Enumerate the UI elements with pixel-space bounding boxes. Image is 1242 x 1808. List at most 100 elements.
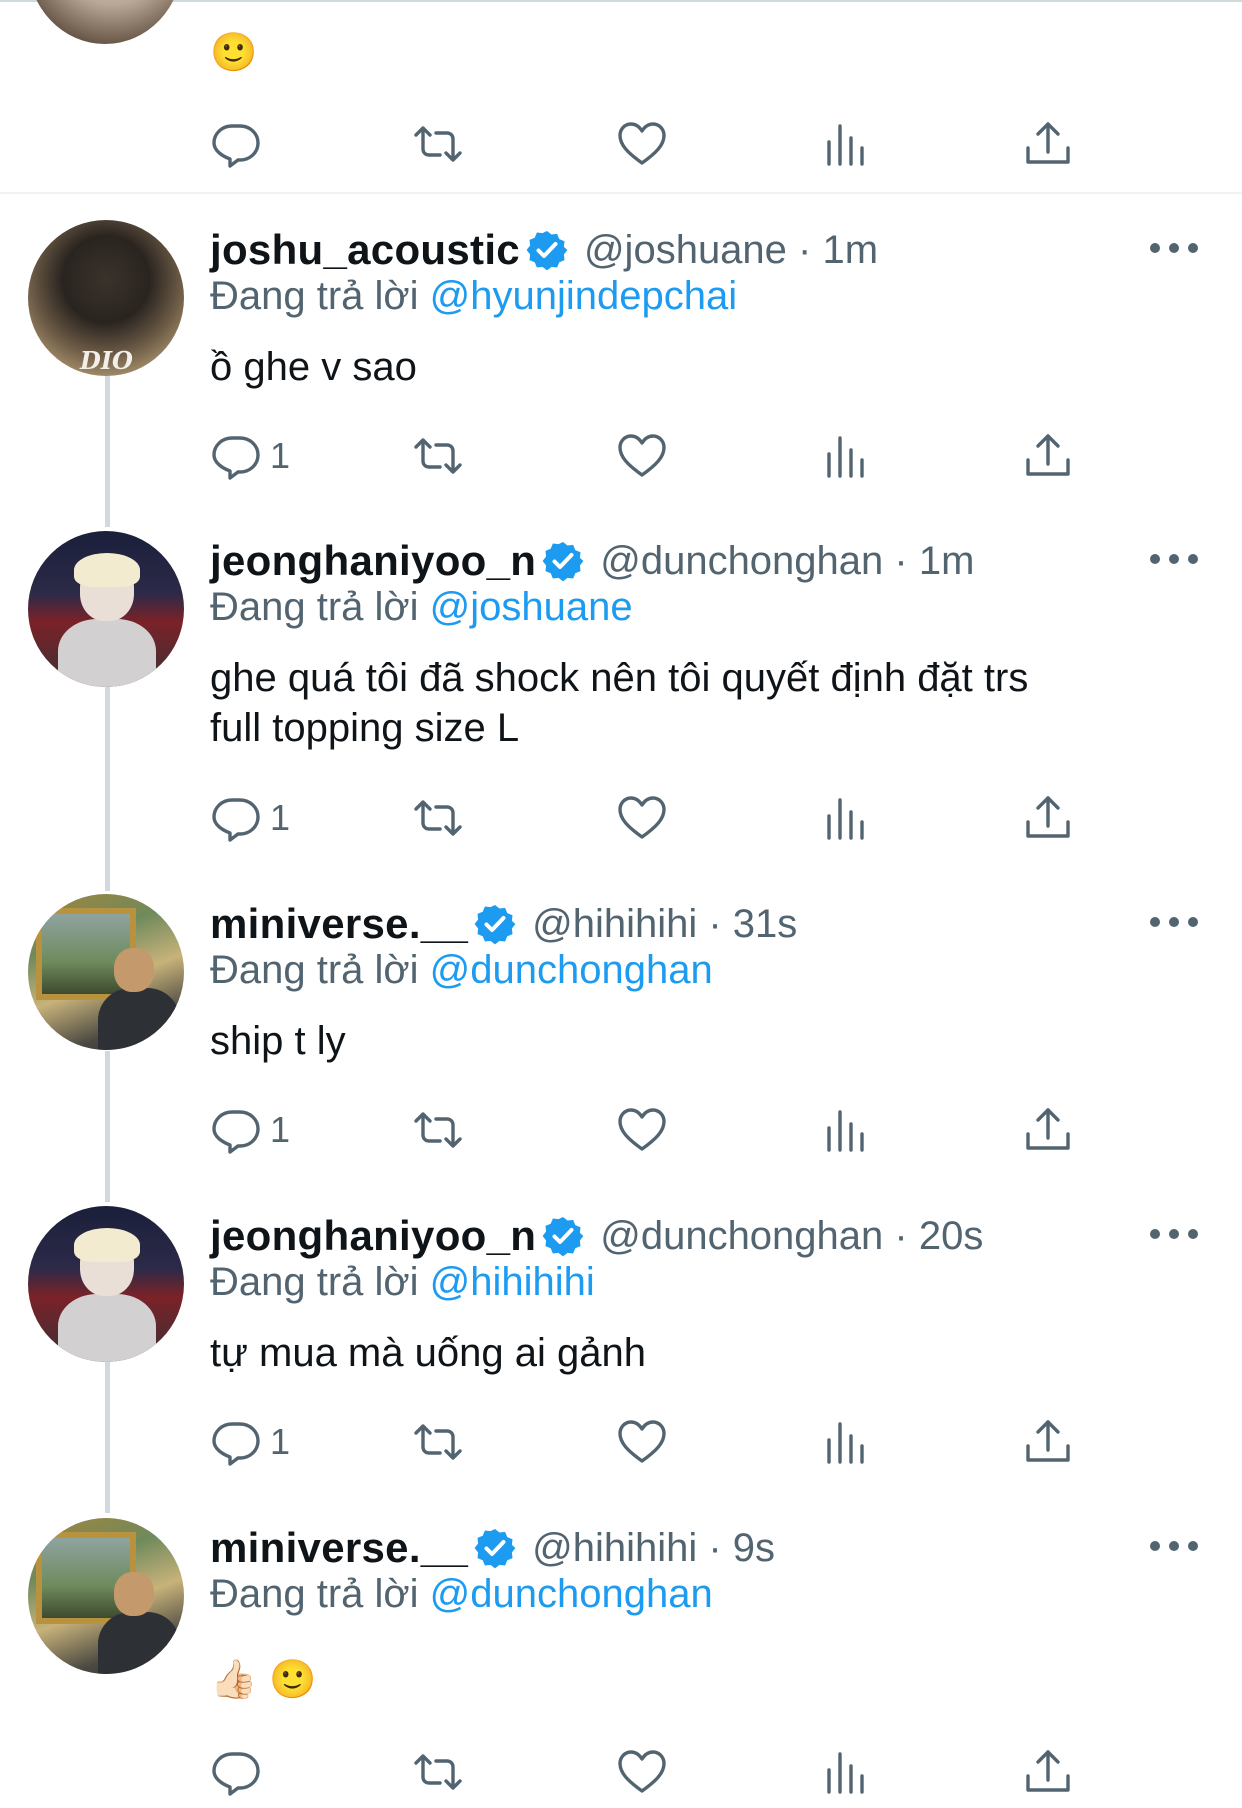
views-button[interactable] [820, 1414, 872, 1470]
retweet-icon [414, 438, 462, 474]
reply-count: 1 [270, 797, 291, 838]
mention-link[interactable]: @dunchonghan [430, 1572, 713, 1616]
reply-icon [212, 1752, 260, 1796]
views-icon [827, 436, 864, 478]
reply-button[interactable]: 1 [210, 790, 290, 846]
tweet-text: ship t ly [210, 1019, 346, 1063]
replying-to: Đang trả lời @hihihihi [210, 1260, 595, 1305]
display-name[interactable]: jeonghaniyoo_n [210, 537, 536, 585]
views-icon [827, 1422, 864, 1464]
thread-line [105, 686, 110, 891]
reply-button[interactable]: 1 [210, 428, 290, 484]
display-name[interactable]: joshu_acoustic [210, 226, 520, 274]
views-button[interactable] [820, 790, 872, 846]
share-icon [1026, 796, 1070, 838]
tweet-divider [0, 192, 1242, 194]
tweet-action-bar [210, 116, 1100, 172]
tweet-text: 👍🏻 🙂 [210, 1657, 317, 1701]
like-button[interactable] [616, 1102, 668, 1158]
share-icon [1026, 122, 1070, 164]
retweet-button[interactable] [412, 1744, 464, 1800]
views-button[interactable] [820, 1102, 872, 1158]
reply-button[interactable]: 1 [210, 1414, 290, 1470]
replying-to-label: Đang trả lời [210, 948, 419, 992]
more-icon [1150, 1229, 1160, 1239]
like-button[interactable] [616, 1744, 668, 1800]
share-icon [1026, 1750, 1070, 1792]
thread-line [105, 1362, 110, 1513]
retweet-button[interactable] [412, 428, 464, 484]
verified-badge-icon [542, 1217, 584, 1257]
mention-link[interactable]: @hihihihi [430, 1260, 595, 1304]
handle-and-time[interactable]: @hihihihi · 31s [532, 902, 797, 947]
heart-icon [618, 1750, 666, 1793]
reply-button[interactable] [210, 1744, 270, 1800]
tweet-action-bar: 1 [210, 790, 1100, 846]
reply-icon [212, 124, 260, 168]
reply-count: 1 [270, 1421, 291, 1462]
more-icon [1150, 554, 1160, 564]
more-options-button[interactable] [1150, 912, 1198, 932]
mention-link[interactable]: @joshuane [430, 585, 633, 629]
display-name[interactable]: jeonghaniyoo_n [210, 1212, 536, 1260]
retweet-button[interactable] [412, 1102, 464, 1158]
share-button[interactable] [1022, 790, 1074, 846]
more-options-button[interactable] [1150, 1536, 1198, 1556]
heart-icon [618, 434, 666, 477]
mention-link[interactable]: @hyunjindepchai [430, 274, 737, 318]
display-name[interactable]: miniverse.__ [210, 1524, 468, 1572]
views-icon [827, 798, 864, 840]
like-button[interactable] [616, 116, 668, 172]
more-icon [1150, 1541, 1160, 1551]
retweet-button[interactable] [412, 1414, 464, 1470]
share-button[interactable] [1022, 116, 1074, 172]
avatar[interactable] [28, 531, 184, 687]
tweet-text-line: ghe quá tôi đã shock nên tôi quyết định … [210, 656, 1029, 700]
heart-icon [618, 122, 666, 165]
tweet-header: jeonghaniyoo_n @dunchonghan · 1m [210, 533, 974, 589]
display-name[interactable]: miniverse.__ [210, 900, 468, 948]
like-button[interactable] [616, 790, 668, 846]
replying-to-label: Đang trả lời [210, 1260, 419, 1304]
like-button[interactable] [616, 428, 668, 484]
avatar[interactable] [28, 1518, 184, 1674]
more-options-button[interactable] [1150, 549, 1198, 569]
avatar[interactable]: DIO [28, 220, 184, 376]
handle-and-time[interactable]: @joshuane · 1m [584, 228, 878, 273]
tweet-text: ồ ghe v sao [210, 345, 417, 389]
reply-count: 1 [270, 435, 291, 476]
reply-button[interactable] [210, 116, 262, 172]
reply-button[interactable]: 1 [210, 1102, 290, 1158]
share-button[interactable] [1022, 428, 1074, 484]
more-options-button[interactable] [1150, 238, 1198, 258]
retweet-icon [414, 1424, 462, 1460]
views-button[interactable] [820, 1744, 872, 1800]
handle-and-time[interactable]: @dunchonghan · 1m [600, 539, 974, 584]
views-icon [827, 124, 864, 166]
retweet-icon [414, 1112, 462, 1148]
avatar[interactable] [28, 0, 182, 44]
more-options-button[interactable] [1150, 1224, 1198, 1244]
like-button[interactable] [616, 1414, 668, 1470]
reply-count: 1 [270, 1109, 291, 1150]
avatar[interactable] [28, 894, 184, 1050]
tweet-text: tự mua mà uống ai gảnh [210, 1331, 646, 1375]
views-icon [827, 1110, 864, 1152]
handle-and-time[interactable]: @hihihihi · 9s [532, 1526, 775, 1571]
retweet-button[interactable] [412, 116, 464, 172]
share-button[interactable] [1022, 1744, 1074, 1800]
retweet-button[interactable] [412, 790, 464, 846]
share-button[interactable] [1022, 1102, 1074, 1158]
tweet-action-bar: 1 [210, 428, 1100, 484]
share-button[interactable] [1022, 1414, 1074, 1470]
avatar-logo-text: DIO [80, 346, 133, 375]
avatar[interactable] [28, 1206, 184, 1362]
mention-link[interactable]: @dunchonghan [430, 948, 713, 992]
handle-and-time[interactable]: @dunchonghan · 20s [600, 1214, 983, 1259]
tweet-text: 🙂 [210, 30, 258, 74]
tweet-text-line: full topping size L [210, 706, 520, 750]
tweet-action-bar: 1 [210, 1414, 1100, 1470]
retweet-icon [414, 800, 462, 836]
views-button[interactable] [820, 428, 872, 484]
views-button[interactable] [820, 116, 872, 172]
